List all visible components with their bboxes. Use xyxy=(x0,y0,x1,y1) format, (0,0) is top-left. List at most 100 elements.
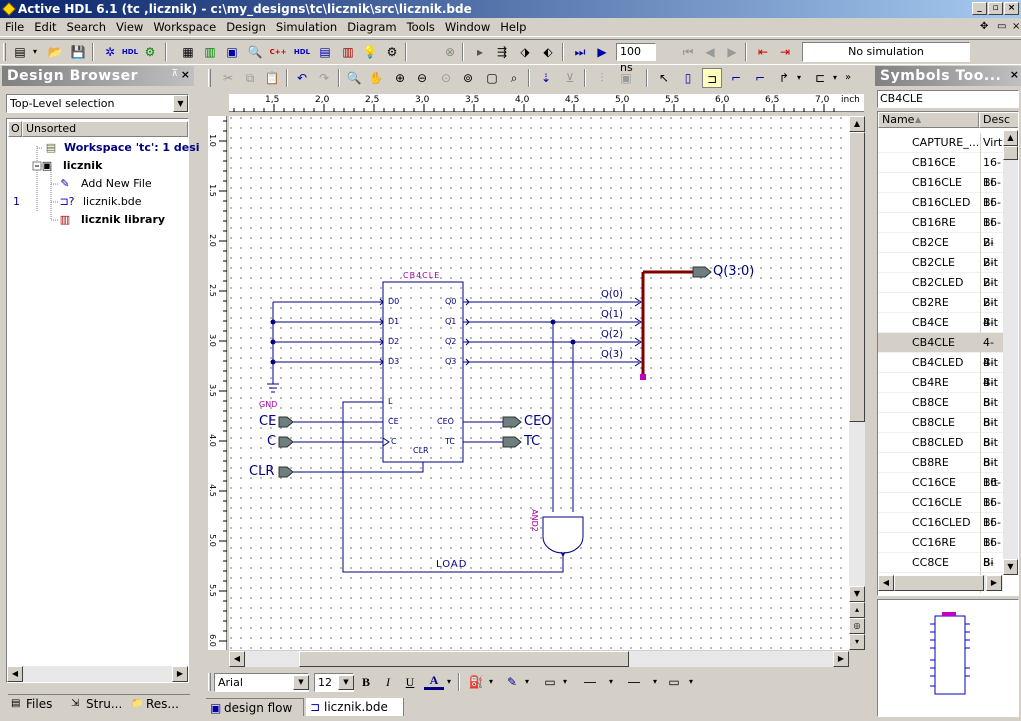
chevron-down-icon[interactable]: ▼ xyxy=(338,675,354,690)
menu-design[interactable]: Design xyxy=(221,18,271,37)
run-icon[interactable]: ⬖ xyxy=(538,42,558,62)
toolbar-grip[interactable] xyxy=(3,43,6,61)
dropdown-arrow-icon[interactable]: ▾ xyxy=(30,42,40,62)
mdi-move-icon[interactable]: ✥ xyxy=(975,20,989,34)
wire-icon[interactable]: ⌐ xyxy=(726,68,746,88)
symbol-row[interactable]: CB4CLE 4-Bit xyxy=(878,333,1003,373)
tab-resources[interactable]: 📁 Res... xyxy=(128,694,190,712)
panel-close-icon[interactable]: × xyxy=(181,68,190,81)
scroll-down-icon[interactable]: ▼ xyxy=(849,586,865,602)
panel-pin-icon[interactable]: ⊼ xyxy=(171,69,178,79)
menu-window[interactable]: Window xyxy=(440,18,495,37)
copy-icon[interactable]: ⧉ xyxy=(240,68,260,88)
symbol-list-vscroll[interactable]: ▲ ▼ xyxy=(1003,130,1018,575)
step-forward-icon[interactable]: ▶ xyxy=(722,42,742,62)
chevron-down-icon[interactable]: ▼ xyxy=(293,675,309,690)
symbol-row[interactable]: CB16RE 16-Bi xyxy=(878,213,1003,253)
column-o-header[interactable]: O xyxy=(8,121,22,137)
symbol-row[interactable]: CB16CE 16-Bi xyxy=(878,153,1003,193)
page-up-icon[interactable]: ▴ xyxy=(849,602,865,618)
chevron-down-icon[interactable]: ▼ xyxy=(173,95,188,112)
and2-gate[interactable] xyxy=(542,516,584,554)
rewind-icon[interactable]: ⏮ xyxy=(678,42,698,62)
chevron-down-icon[interactable]: ▾ xyxy=(560,672,570,692)
left-splitter[interactable] xyxy=(196,66,202,720)
chevron-down-icon[interactable]: ▾ xyxy=(606,672,616,692)
menu-diagram[interactable]: Diagram xyxy=(342,18,401,37)
symbol-list-hscroll[interactable]: ◀ ▶ xyxy=(878,575,1003,591)
push-down-icon[interactable]: ⇣ xyxy=(536,68,556,88)
zoom-fit-icon[interactable]: ⊚ xyxy=(458,68,478,88)
run-until-icon[interactable]: ⏭ xyxy=(570,42,590,62)
bold-button[interactable]: B xyxy=(356,672,376,692)
design-browser-icon[interactable]: ✲ xyxy=(100,42,120,62)
mdi-restore-icon[interactable]: ▭ xyxy=(992,20,1006,34)
tree-hscroll[interactable]: ◀ ▶ xyxy=(7,666,188,682)
zoom-page-icon[interactable]: ▢ xyxy=(482,68,502,88)
scroll-down-icon[interactable]: ▼ xyxy=(1003,559,1018,575)
symbol-row[interactable]: CB4RE 4-Bit xyxy=(878,373,1003,413)
undo-icon[interactable]: ↶ xyxy=(292,68,312,88)
schematic-canvas[interactable]: CB4CLE D0 D1 D2 D3 L CE C CLR Q0 Q1 Q2 Q… xyxy=(229,116,849,650)
cpp-debug-icon[interactable]: C++ xyxy=(268,42,288,62)
menu-simulation[interactable]: Simulation xyxy=(271,18,342,37)
design-tree[interactable]: O Unsorted ▤ Workspace 'tc': 1 desi ▣ li… xyxy=(6,118,200,683)
symbol-row[interactable]: CB8RE 8-Bit xyxy=(878,453,1003,493)
symbol-row[interactable]: CB8CLED 8-Bit xyxy=(878,433,1003,473)
tab-files[interactable]: ▤ Files xyxy=(8,694,68,712)
symbol-row[interactable]: CB2RE 2-Bit xyxy=(878,293,1003,333)
scroll-right-icon[interactable]: ▶ xyxy=(833,651,849,667)
symbol-row[interactable]: CB4CLED 4-Bit xyxy=(878,353,1003,393)
hierarchy-icon[interactable]: ⫶ xyxy=(592,68,612,88)
menu-search[interactable]: Search xyxy=(62,18,112,37)
clr-port[interactable] xyxy=(278,466,294,478)
symbol-row[interactable]: CC8CE8-Bit xyxy=(878,553,1003,593)
console-icon[interactable]: ▦ xyxy=(178,42,198,62)
page-down-icon[interactable]: ▾ xyxy=(849,634,865,650)
tab-structure[interactable]: ⇲ Stru... xyxy=(68,694,128,712)
net-terminal-icon[interactable]: ↱ xyxy=(774,68,794,88)
zoom-in-icon[interactable]: ⊕ xyxy=(390,68,410,88)
scroll-up-icon[interactable]: ▲ xyxy=(1003,130,1018,146)
symbol-row[interactable]: CB16CLED 16-Bi xyxy=(878,193,1003,233)
symbol-icon[interactable]: ▯ xyxy=(678,68,698,88)
fill-color-icon[interactable]: ⛽ xyxy=(466,672,486,692)
menu-workspace[interactable]: Workspace xyxy=(148,18,221,37)
maximize-button[interactable]: ▫ xyxy=(988,2,1003,15)
mdi-close-icon[interactable]: × xyxy=(1007,20,1021,34)
scroll-left-icon[interactable]: ◀ xyxy=(7,666,23,682)
paste-icon[interactable]: 📋 xyxy=(262,68,282,88)
scroll-left-icon[interactable]: ◀ xyxy=(878,575,894,591)
symbol-row[interactable]: CB8CLE 8-Bit xyxy=(878,413,1003,453)
save-icon[interactable]: 💾 xyxy=(68,42,88,62)
chevron-down-icon[interactable]: ▾ xyxy=(686,672,696,692)
line-end-icon[interactable]: ― xyxy=(618,672,650,692)
books-icon[interactable]: ▥ xyxy=(338,42,358,62)
menu-view[interactable]: View xyxy=(111,18,148,37)
symbol-row[interactable]: CC16CLED 16-Bi xyxy=(878,513,1003,553)
canvas-vscroll[interactable]: ▲ ▼ ▴ ◎ ▾ xyxy=(849,116,865,650)
fub-icon[interactable]: ⊐ xyxy=(702,68,722,88)
zoom-selection-icon[interactable]: ⌕ xyxy=(504,68,524,88)
hscroll-thumb[interactable] xyxy=(299,651,629,667)
symbol-row[interactable]: CB16CLE 16-Bi xyxy=(878,173,1003,213)
zoom-out-icon[interactable]: ⊖ xyxy=(412,68,432,88)
vscroll-thumb[interactable] xyxy=(849,132,865,422)
cb4cle-symbol[interactable] xyxy=(382,281,464,463)
new-workspace-icon[interactable]: ▤ xyxy=(10,42,30,62)
find-icon[interactable]: 🔍 xyxy=(245,42,265,62)
ce-port[interactable] xyxy=(278,416,294,428)
breakpoint-list-icon[interactable]: ⇥ xyxy=(775,42,795,62)
text-color-button[interactable]: A xyxy=(424,672,444,690)
fsm-icon[interactable]: ⚙ xyxy=(140,42,160,62)
symbol-search-input[interactable]: CB4CLE xyxy=(877,90,1019,108)
run-for-icon[interactable]: ▶ xyxy=(592,42,612,62)
step-back-icon[interactable]: ◀ xyxy=(700,42,720,62)
chevron-down-icon[interactable]: ▾ xyxy=(830,68,840,88)
ide-icon[interactable]: ▤ xyxy=(315,42,335,62)
symbol-row[interactable]: CB4CE4-Bit xyxy=(878,313,1003,353)
scroll-up-icon[interactable]: ▲ xyxy=(849,116,865,132)
canvas-hscroll[interactable]: ◀ ▶ xyxy=(229,651,849,667)
column-sort-header[interactable]: Unsorted xyxy=(22,121,188,137)
symbol-row[interactable]: CC16CLE 16-Bi xyxy=(878,493,1003,533)
